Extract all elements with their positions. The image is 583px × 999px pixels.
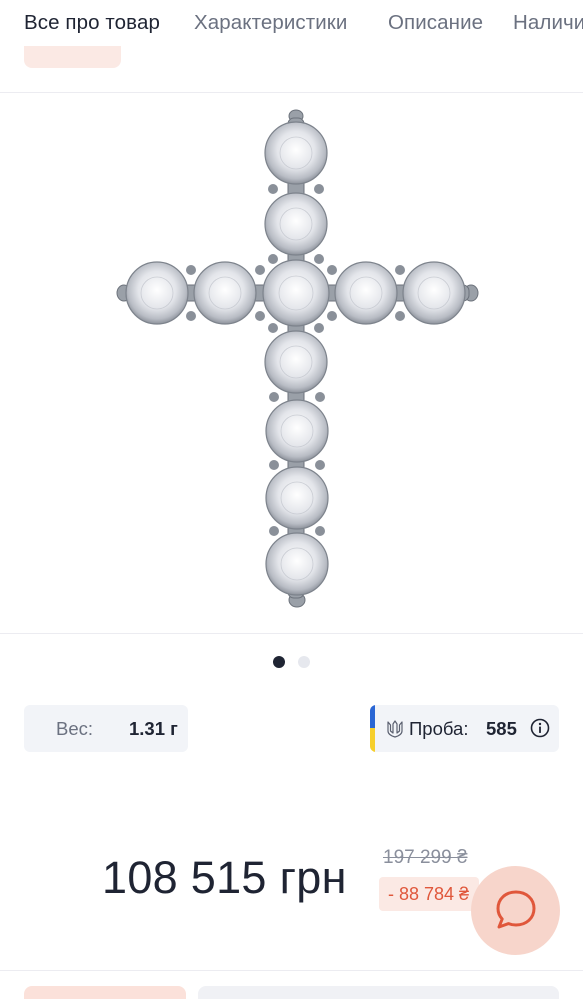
chat-button[interactable]: [471, 866, 560, 955]
carousel-dot-active[interactable]: [273, 656, 285, 668]
current-price: 108 515 грн: [102, 852, 347, 903]
probe-label: Проба:: [409, 718, 469, 739]
product-image-gallery[interactable]: [0, 93, 583, 633]
buy-button[interactable]: [24, 986, 186, 999]
weight-value: 1.31 г: [129, 718, 178, 739]
tab-characteristics[interactable]: Характеристики: [194, 11, 347, 35]
tab-all-about-product[interactable]: Все про товар: [24, 11, 160, 35]
carousel-indicator: [0, 656, 583, 670]
weight-spec: Вес: 1.31 г: [24, 705, 188, 752]
weight-label: Вес:: [56, 718, 94, 739]
carousel-dot[interactable]: [298, 656, 310, 668]
tab-description[interactable]: Описание: [388, 11, 483, 35]
old-price: 197 299 ₴: [383, 847, 468, 868]
chat-bubble-icon: [496, 890, 536, 929]
tab-availability[interactable]: Наличи: [513, 11, 583, 35]
badge-chip-partial: [24, 46, 121, 68]
probe-spec: Проба: 585: [370, 705, 559, 752]
probe-value: 585: [486, 718, 517, 739]
discount-badge: - 88 784 ₴: [379, 877, 479, 911]
gallery-bottom-divider: [0, 633, 583, 634]
section-tabs: Все про товар Характеристики Описание На…: [0, 0, 583, 48]
trident-icon: [387, 720, 403, 738]
diamond-cross-image: [116, 109, 479, 608]
secondary-action-button[interactable]: [198, 986, 559, 999]
ukraine-flag-icon: [370, 705, 375, 752]
info-icon[interactable]: [530, 718, 550, 738]
